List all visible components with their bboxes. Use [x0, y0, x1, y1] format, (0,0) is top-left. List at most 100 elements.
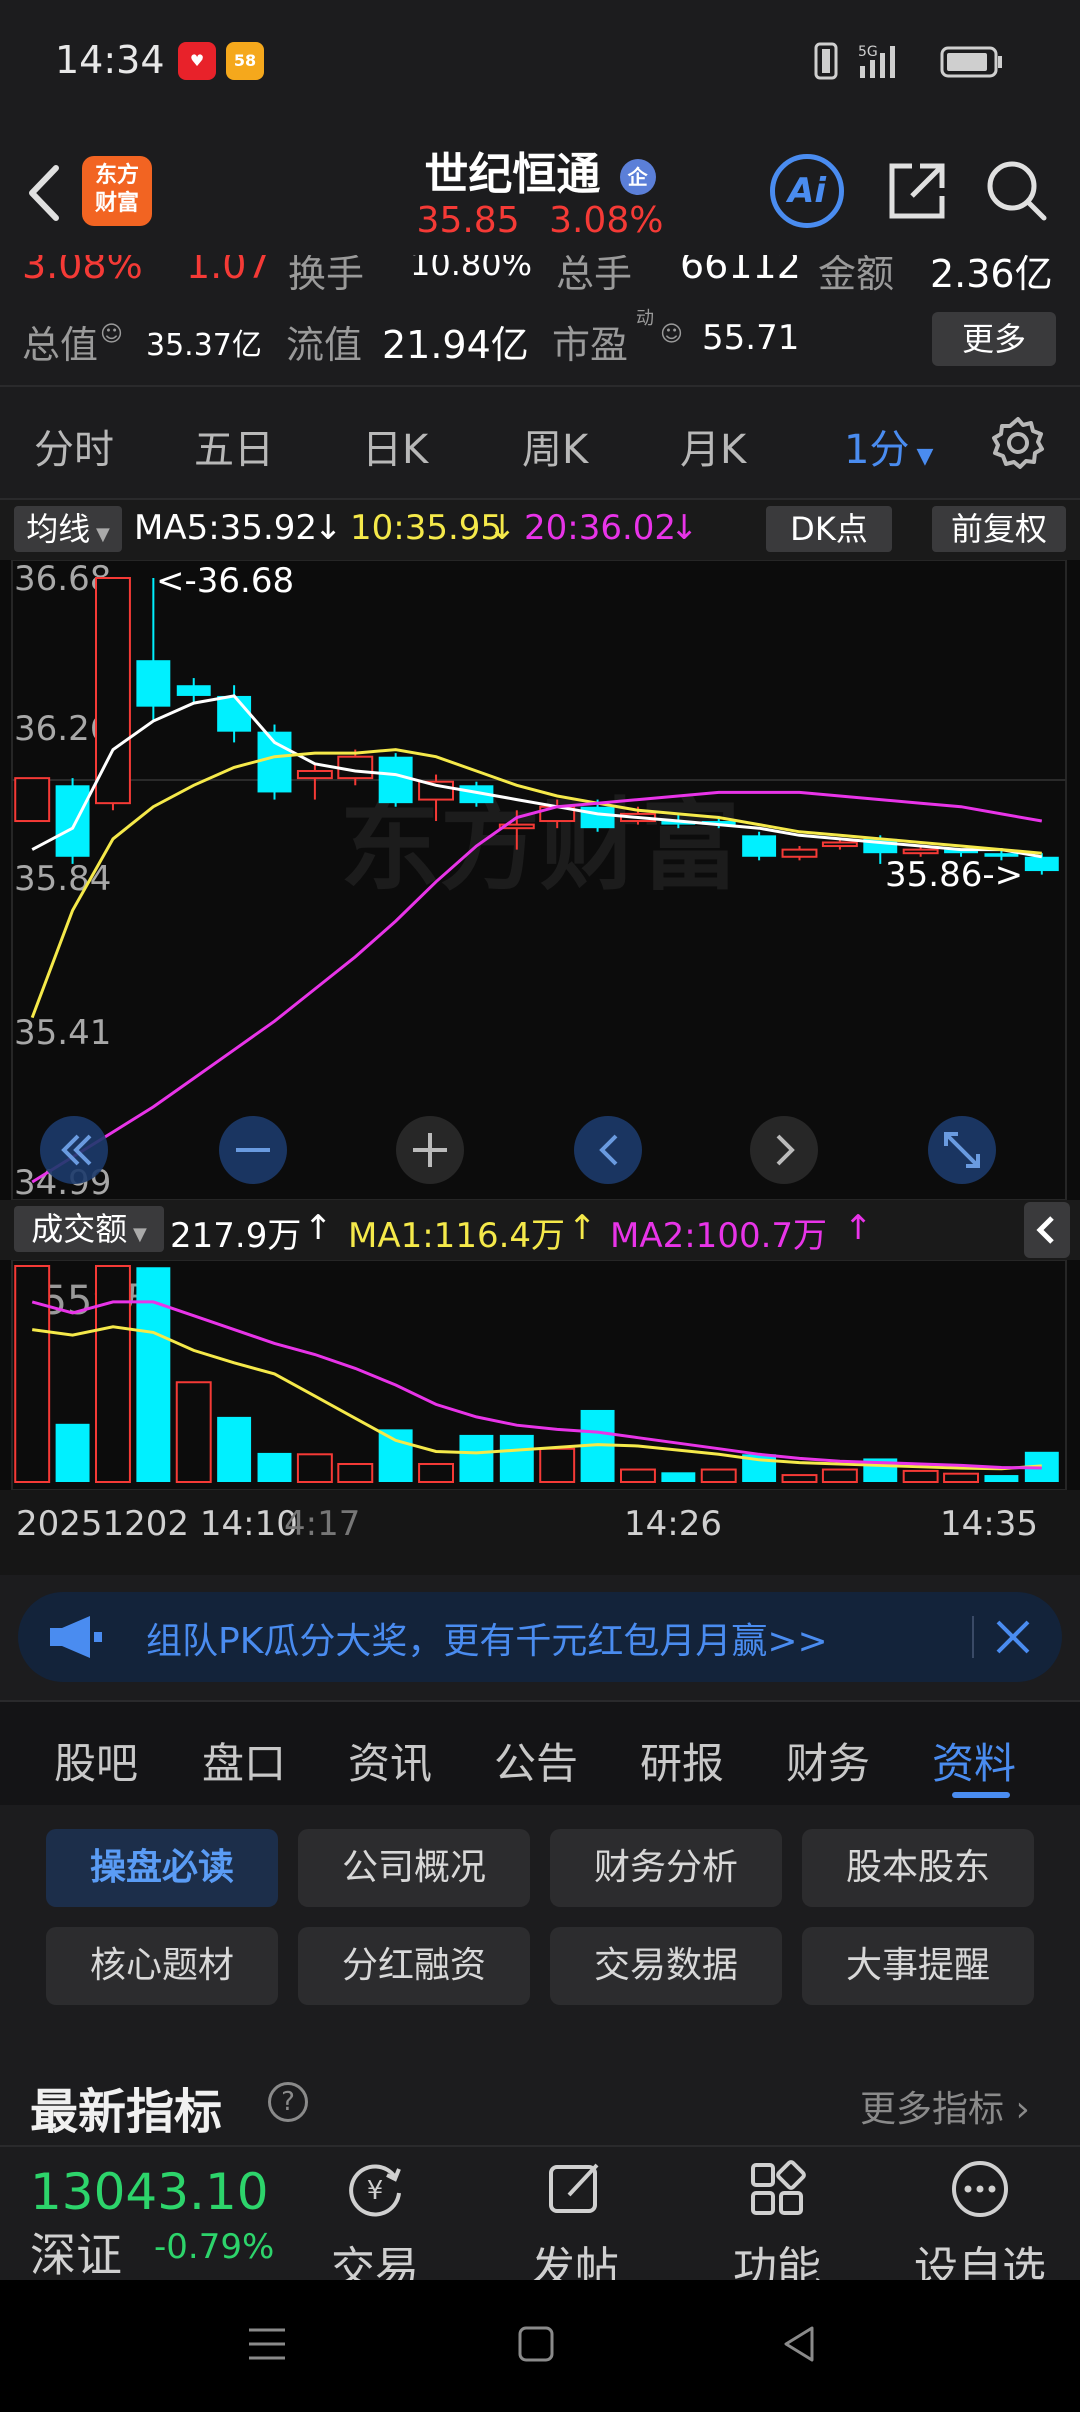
- dividend-financing-button[interactable]: 分红融资: [298, 1927, 530, 2005]
- ma-selector[interactable]: 均线 ▼: [14, 506, 122, 552]
- ma20-down-icon: ↓: [670, 508, 699, 548]
- dropdown-triangle-icon: ▼: [127, 1224, 147, 1245]
- scroll-left-fast-button[interactable]: [40, 1116, 108, 1184]
- volume-chart[interactable]: 1559万: [0, 1260, 1080, 1490]
- dropdown-triangle-icon: ▼: [909, 444, 934, 469]
- price-chart[interactable]: 东方财富 36.6836.2635.8435.4134.99 <-36.68 3…: [0, 560, 1080, 1200]
- volume-bar: [539, 1447, 576, 1483]
- kline-chart-area: 均线 ▼ MA5:35.92 ↓ 10:35.95 ↓ 20:36.02 ↓ D…: [0, 500, 1080, 1575]
- volume-bar: [14, 1265, 51, 1483]
- active-tab-indicator: [952, 1792, 1010, 1798]
- trading-must-read-button[interactable]: 操盘必读: [46, 1829, 278, 1907]
- volume-up-icon: ↑: [304, 1208, 333, 1248]
- time-axis-start: 20251202 14:10: [16, 1504, 298, 1544]
- stock-price: 35.85: [416, 200, 520, 241]
- edit-icon: [549, 2163, 599, 2213]
- volume-bar: [55, 1423, 90, 1482]
- volume-bar: [337, 1462, 374, 1483]
- more-dots-icon: [952, 2161, 1008, 2217]
- scroll-right-button[interactable]: [750, 1116, 818, 1184]
- candle-body: [176, 685, 211, 696]
- volume-bar: [902, 1469, 939, 1483]
- back-triangle-icon[interactable]: [780, 2324, 820, 2364]
- amount-value: 2.36亿: [930, 255, 1053, 296]
- volume-bar: [700, 1468, 737, 1484]
- home-square-icon[interactable]: [516, 2324, 556, 2364]
- volume-indicator-selector[interactable]: 成交额 ▼: [14, 1206, 164, 1252]
- stock-change-pct: 3.08%: [549, 200, 664, 241]
- tab-monthly-k[interactable]: 月K: [680, 417, 746, 475]
- ma5-down-icon: ↓: [314, 508, 343, 548]
- float-cap-value: 21.94亿: [382, 323, 529, 367]
- menu-icon[interactable]: [245, 2322, 289, 2366]
- candle-body: [95, 577, 131, 805]
- low-price-marker: 35.86->: [885, 855, 1023, 895]
- dk-point-button[interactable]: DK点: [766, 506, 892, 552]
- settings-gear-icon[interactable]: [990, 415, 1046, 471]
- index-ticker[interactable]: 13043.10 深证 -0.79%: [0, 2147, 310, 2282]
- help-icon[interactable]: ?: [268, 2082, 308, 2122]
- quote-pct: 3.08%: [22, 255, 143, 287]
- tab-one-minute[interactable]: 1分 ▼: [844, 417, 933, 475]
- volume-label: 总手: [556, 255, 633, 296]
- pe-superscript: 动: [636, 308, 654, 329]
- more-quote-button[interactable]: 更多: [932, 312, 1056, 366]
- tab-intraday[interactable]: 分时: [34, 417, 114, 475]
- system-navigation-bar: [0, 2280, 1080, 2412]
- volume-bar: [296, 1453, 333, 1484]
- amount-label: 金额: [818, 255, 895, 296]
- core-theme-button[interactable]: 核心题材: [46, 1927, 278, 2005]
- search-icon[interactable]: [982, 156, 1052, 226]
- info-circle-icon: ☺: [660, 322, 683, 347]
- major-events-button[interactable]: 大事提醒: [802, 1927, 1034, 2005]
- tab-news[interactable]: 资讯: [348, 1730, 432, 1791]
- status-bar: 14:34 ♥ 58 5G: [0, 0, 1080, 120]
- tab-announcements[interactable]: 公告: [494, 1730, 578, 1791]
- candle-body: [742, 835, 777, 857]
- company-overview-button[interactable]: 公司概况: [298, 1829, 530, 1907]
- nav-trade[interactable]: ¥ 交易: [300, 2157, 450, 2296]
- volume-value: 217.9万: [170, 1216, 302, 1256]
- nav-functions[interactable]: 功能: [702, 2157, 852, 2296]
- shareholders-button[interactable]: 股本股东: [802, 1829, 1034, 1907]
- volume-indicator-label: 成交额: [31, 1210, 128, 1248]
- tab-daily-k[interactable]: 日K: [362, 417, 428, 475]
- svg-text:5G: 5G: [858, 44, 878, 60]
- volume-bar: [378, 1429, 413, 1482]
- volume-bar: [217, 1416, 252, 1482]
- candle-body: [1024, 856, 1059, 872]
- tab-profile[interactable]: 资料: [932, 1730, 1016, 1791]
- ma5-value: MA5:35.92: [134, 508, 318, 548]
- volume-bar: [781, 1474, 818, 1483]
- fullscreen-button[interactable]: [928, 1116, 996, 1184]
- tab-finance[interactable]: 财务: [786, 1730, 870, 1791]
- svg-text:¥: ¥: [367, 2176, 384, 2206]
- candle-body: [781, 848, 818, 858]
- nav-post[interactable]: 发帖: [500, 2157, 650, 2296]
- tab-research[interactable]: 研报: [640, 1730, 724, 1791]
- quote-row-2: 总值 ☺ 35.37亿 流值 21.94亿 市盈 动 ☺ 55.71: [0, 300, 1080, 375]
- tab-five-day[interactable]: 五日: [194, 417, 274, 475]
- scroll-left-button[interactable]: [574, 1116, 642, 1184]
- zoom-out-button[interactable]: [219, 1116, 287, 1184]
- volume-value: 66112: [680, 255, 801, 287]
- zoom-in-button[interactable]: [396, 1116, 464, 1184]
- tab-weekly-k[interactable]: 周K: [522, 417, 588, 475]
- nav-add-watchlist[interactable]: 设自选: [905, 2157, 1055, 2296]
- collapse-panel-button[interactable]: [1024, 1202, 1070, 1258]
- ai-assistant-button[interactable]: Ai: [770, 154, 844, 228]
- financial-analysis-button[interactable]: 财务分析: [550, 1829, 782, 1907]
- more-indicators-link[interactable]: 更多指标 ›: [860, 2080, 1030, 2132]
- close-icon[interactable]: [992, 1616, 1034, 1658]
- trading-data-button[interactable]: 交易数据: [550, 1927, 782, 2005]
- adjust-button[interactable]: 前复权: [932, 506, 1066, 552]
- time-axis: 20251202 14:10 4:17 14:26 14:35: [0, 1490, 1080, 1575]
- volume-ma1-up-icon: ↑: [568, 1208, 597, 1248]
- promo-banner[interactable]: 组队PK瓜分大奖，更有千元红包月月赢>>: [18, 1592, 1062, 1682]
- volume-bar: [95, 1265, 131, 1483]
- share-icon[interactable]: [882, 156, 952, 226]
- tab-forum[interactable]: 股吧: [54, 1730, 138, 1791]
- volume-bar: [943, 1472, 979, 1484]
- tab-market[interactable]: 盘口: [202, 1730, 286, 1791]
- volume-bar: [821, 1468, 858, 1484]
